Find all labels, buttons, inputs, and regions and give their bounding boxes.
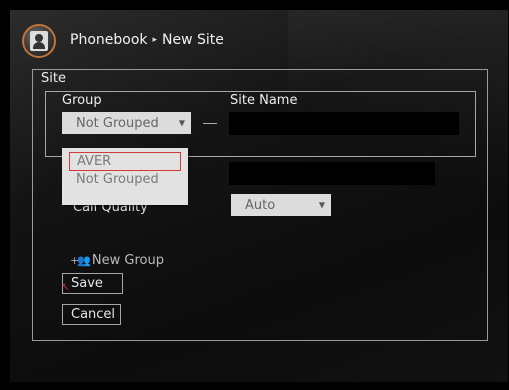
site-section-label: Site bbox=[41, 71, 66, 86]
breadcrumb-separator-icon: ▸ bbox=[152, 35, 158, 45]
group-label: Group bbox=[62, 93, 102, 108]
new-group-label: New Group bbox=[91, 253, 164, 268]
group-option-aver[interactable]: AVER bbox=[69, 152, 181, 171]
save-button-label: Save bbox=[71, 276, 103, 291]
save-button[interactable]: ↖ Save bbox=[61, 273, 123, 294]
group-dropdown-list: AVER Not Grouped bbox=[62, 148, 188, 205]
chevron-down-icon: ▼ bbox=[178, 118, 185, 128]
phonebook-contact-icon bbox=[22, 24, 56, 58]
group-option-not-grouped[interactable]: Not Grouped bbox=[62, 172, 188, 187]
chevron-down-icon: ▼ bbox=[318, 200, 325, 210]
site-name-label: Site Name bbox=[230, 93, 298, 108]
group-select-value: Not Grouped bbox=[76, 115, 159, 131]
breadcrumb: Phonebook ▸ New Site bbox=[70, 32, 224, 48]
cancel-button[interactable]: Cancel bbox=[62, 304, 121, 325]
call-quality-value: Auto bbox=[245, 197, 276, 213]
contact-card-glyph bbox=[30, 31, 48, 51]
site-name-input[interactable] bbox=[229, 112, 459, 135]
breadcrumb-current: New Site bbox=[162, 32, 224, 48]
cancel-button-label: Cancel bbox=[71, 307, 116, 322]
new-group-button[interactable]: +👥 New Group bbox=[70, 253, 164, 268]
cursor-icon: ↖ bbox=[61, 282, 70, 293]
number-input[interactable] bbox=[229, 162, 435, 185]
screen: Phonebook ▸ New Site Site Group Site Nam… bbox=[10, 10, 508, 382]
add-group-icon: +👥 bbox=[70, 254, 91, 267]
field-separator bbox=[203, 123, 217, 124]
breadcrumb-root[interactable]: Phonebook bbox=[70, 32, 148, 48]
call-quality-select[interactable]: Auto ▼ bbox=[231, 194, 331, 216]
group-select[interactable]: Not Grouped ▼ bbox=[62, 112, 191, 134]
